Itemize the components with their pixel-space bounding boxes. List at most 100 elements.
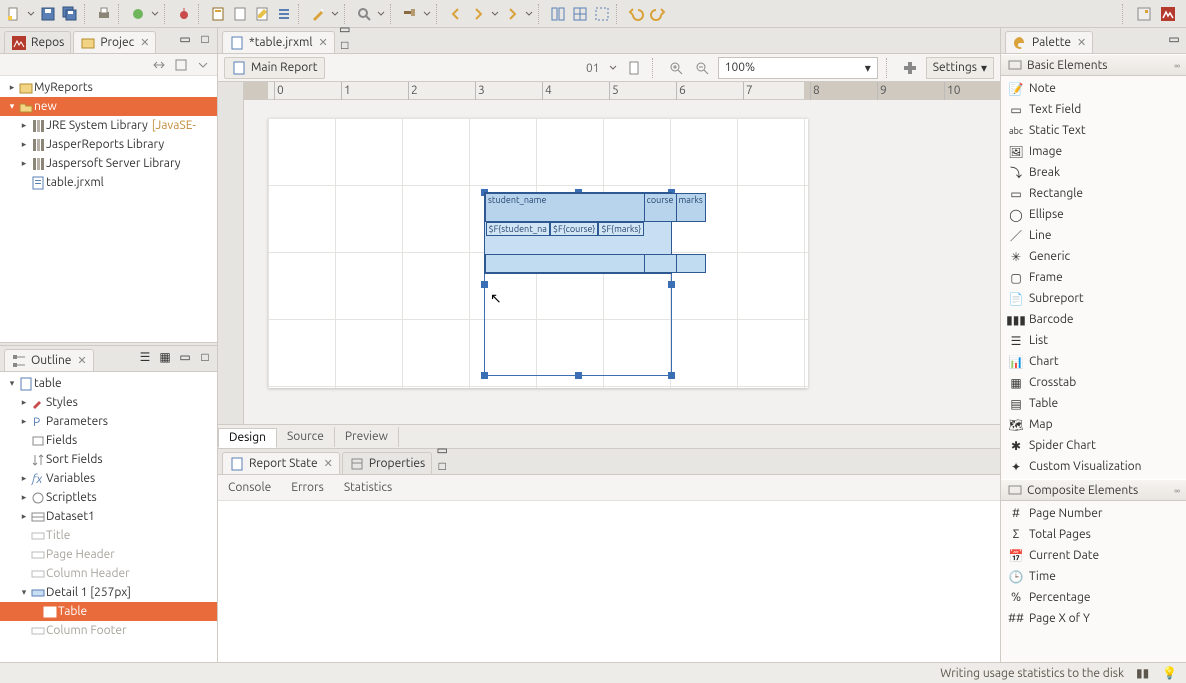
outline-title[interactable]: Title bbox=[0, 526, 217, 545]
table-footer-cell[interactable] bbox=[676, 255, 705, 273]
tab-report-state[interactable]: Report State ✕ bbox=[222, 452, 340, 474]
maximize-icon[interactable]: □ bbox=[434, 458, 450, 474]
pal-table[interactable]: ▤Table bbox=[1001, 393, 1186, 414]
pal-pagexofy[interactable]: ##Page X of Y bbox=[1001, 608, 1186, 629]
close-icon[interactable]: ✕ bbox=[77, 354, 86, 367]
outline-fields[interactable]: Fields bbox=[0, 431, 217, 450]
close-icon[interactable]: ✕ bbox=[1077, 36, 1086, 49]
search-icon[interactable] bbox=[354, 4, 374, 24]
pal-ellipse[interactable]: ◯Ellipse bbox=[1001, 204, 1186, 225]
dropdown-icon[interactable] bbox=[26, 10, 36, 18]
nav-forward-icon[interactable] bbox=[468, 4, 488, 24]
dropdown-icon[interactable] bbox=[608, 64, 618, 72]
nav-back-icon[interactable] bbox=[446, 4, 466, 24]
dropdown-icon[interactable] bbox=[422, 10, 432, 18]
resize-handle[interactable] bbox=[575, 372, 582, 379]
settings-button[interactable]: Settings ▾ bbox=[926, 57, 994, 79]
table-footer-cell[interactable] bbox=[644, 255, 676, 273]
pal-currentdate[interactable]: 📅Current Date bbox=[1001, 545, 1186, 566]
outline-scriptlets[interactable]: ▸Scriptlets bbox=[0, 488, 217, 507]
tab-repos[interactable]: Repos bbox=[4, 31, 71, 53]
pal-note[interactable]: 📝Note bbox=[1001, 78, 1186, 99]
pal-textfield[interactable]: ▭Text Field bbox=[1001, 99, 1186, 120]
tab-properties[interactable]: Properties bbox=[342, 452, 432, 474]
outline-styles[interactable]: ▸Styles bbox=[0, 393, 217, 412]
page-icon[interactable] bbox=[230, 4, 250, 24]
outline-parameters[interactable]: ▸PParameters bbox=[0, 412, 217, 431]
minimize-icon[interactable]: ▭ bbox=[434, 442, 450, 458]
tree-mode-icon[interactable]: ☰ bbox=[137, 349, 153, 365]
outline-variables[interactable]: ▸fxVariables bbox=[0, 469, 217, 488]
pal-statictext[interactable]: abcStatic Text bbox=[1001, 120, 1186, 141]
report-table-element[interactable]: student_name course marks $F{student_na … bbox=[484, 192, 672, 274]
maximize-icon[interactable]: □ bbox=[197, 31, 213, 47]
perspective-icon[interactable] bbox=[1134, 4, 1154, 24]
tab-project[interactable]: Projec ✕ bbox=[73, 31, 156, 53]
pal-totalpages[interactable]: ΣTotal Pages bbox=[1001, 524, 1186, 545]
dropdown-icon[interactable] bbox=[376, 10, 386, 18]
table-header-cell[interactable]: student_name bbox=[486, 194, 645, 222]
edit-report-icon[interactable] bbox=[252, 4, 272, 24]
resize-handle[interactable] bbox=[481, 281, 488, 288]
minimize-icon[interactable]: ▭ bbox=[1166, 31, 1182, 47]
settings-icon[interactable] bbox=[900, 58, 920, 78]
table-field-cell[interactable]: $F{course} bbox=[550, 222, 598, 236]
pal-list[interactable]: ☰List bbox=[1001, 330, 1186, 351]
outline-columnfooter[interactable]: Column Footer bbox=[0, 621, 217, 640]
subtab-console[interactable]: Console bbox=[228, 481, 271, 494]
table-field-cell[interactable]: $F{student_na bbox=[486, 222, 550, 236]
tree-item-serverlib[interactable]: ▸ Jaspersoft Server Library bbox=[0, 154, 217, 173]
outline-pageheader[interactable]: Page Header bbox=[0, 545, 217, 564]
tab-preview[interactable]: Preview bbox=[335, 427, 399, 447]
dropdown-icon[interactable] bbox=[150, 10, 160, 18]
minimize-icon[interactable]: ▭ bbox=[337, 21, 353, 37]
report-icon[interactable] bbox=[208, 4, 228, 24]
resize-handle[interactable] bbox=[668, 372, 675, 379]
bug-icon[interactable] bbox=[174, 4, 194, 24]
pal-time[interactable]: 🕒Time bbox=[1001, 566, 1186, 587]
tab-palette[interactable]: Palette ✕ bbox=[1005, 31, 1093, 53]
table-footer-cell[interactable] bbox=[486, 255, 645, 273]
nav-forward-icon[interactable] bbox=[502, 4, 522, 24]
pal-frame[interactable]: ▢Frame bbox=[1001, 267, 1186, 288]
table-header-cell[interactable]: course bbox=[644, 194, 676, 222]
outline-detail[interactable]: ▾Detail 1 [257px] bbox=[0, 583, 217, 602]
save-all-icon[interactable] bbox=[60, 4, 80, 24]
new-icon[interactable] bbox=[4, 4, 24, 24]
dropdown-icon[interactable] bbox=[524, 10, 534, 18]
collapse-icon[interactable] bbox=[173, 57, 189, 73]
pal-percentage[interactable]: %Percentage bbox=[1001, 587, 1186, 608]
subtab-statistics[interactable]: Statistics bbox=[344, 481, 392, 494]
pal-spiderchart[interactable]: ✱Spider Chart bbox=[1001, 435, 1186, 456]
redo-icon[interactable] bbox=[648, 4, 668, 24]
hammer-icon[interactable] bbox=[400, 4, 420, 24]
zoom-out-icon[interactable] bbox=[692, 58, 712, 78]
outline-sortfields[interactable]: Sort Fields bbox=[0, 450, 217, 469]
dropdown-icon[interactable] bbox=[330, 10, 340, 18]
palette-group-basic[interactable]: Basic Elements ∞ bbox=[1001, 54, 1186, 76]
resize-handle[interactable] bbox=[481, 372, 488, 379]
palette-group-composite[interactable]: Composite Elements ∞ bbox=[1001, 479, 1186, 501]
tab-outline[interactable]: Outline ✕ bbox=[4, 349, 94, 371]
pal-customviz[interactable]: ✦Custom Visualization bbox=[1001, 456, 1186, 477]
tab-source[interactable]: Source bbox=[277, 427, 335, 447]
undo-icon[interactable] bbox=[626, 4, 646, 24]
main-report-btn[interactable]: Main Report bbox=[224, 57, 325, 79]
number-icon[interactable]: 010 bbox=[582, 58, 602, 78]
resize-handle[interactable] bbox=[668, 281, 675, 288]
save-icon[interactable] bbox=[38, 4, 58, 24]
dropdown-icon[interactable] bbox=[490, 10, 500, 18]
status-tip-icon[interactable]: 💡 bbox=[1162, 666, 1176, 680]
pal-crosstab[interactable]: ▦Crosstab bbox=[1001, 372, 1186, 393]
thumb-mode-icon[interactable]: ▦ bbox=[157, 349, 173, 365]
print-icon[interactable] bbox=[94, 4, 114, 24]
tree-item-jre[interactable]: ▸ JRE System Library [JavaSE- bbox=[0, 116, 217, 135]
wand-icon[interactable] bbox=[308, 4, 328, 24]
minimize-icon[interactable]: ▭ bbox=[177, 31, 193, 47]
list-icon[interactable] bbox=[274, 4, 294, 24]
outline-columnheader[interactable]: Column Header bbox=[0, 564, 217, 583]
pal-chart[interactable]: 📊Chart bbox=[1001, 351, 1186, 372]
tab-design[interactable]: Design bbox=[218, 428, 277, 448]
tree-item-myreports[interactable]: ▸ MyReports bbox=[0, 78, 217, 97]
outline-table-element[interactable]: Table bbox=[0, 602, 217, 621]
